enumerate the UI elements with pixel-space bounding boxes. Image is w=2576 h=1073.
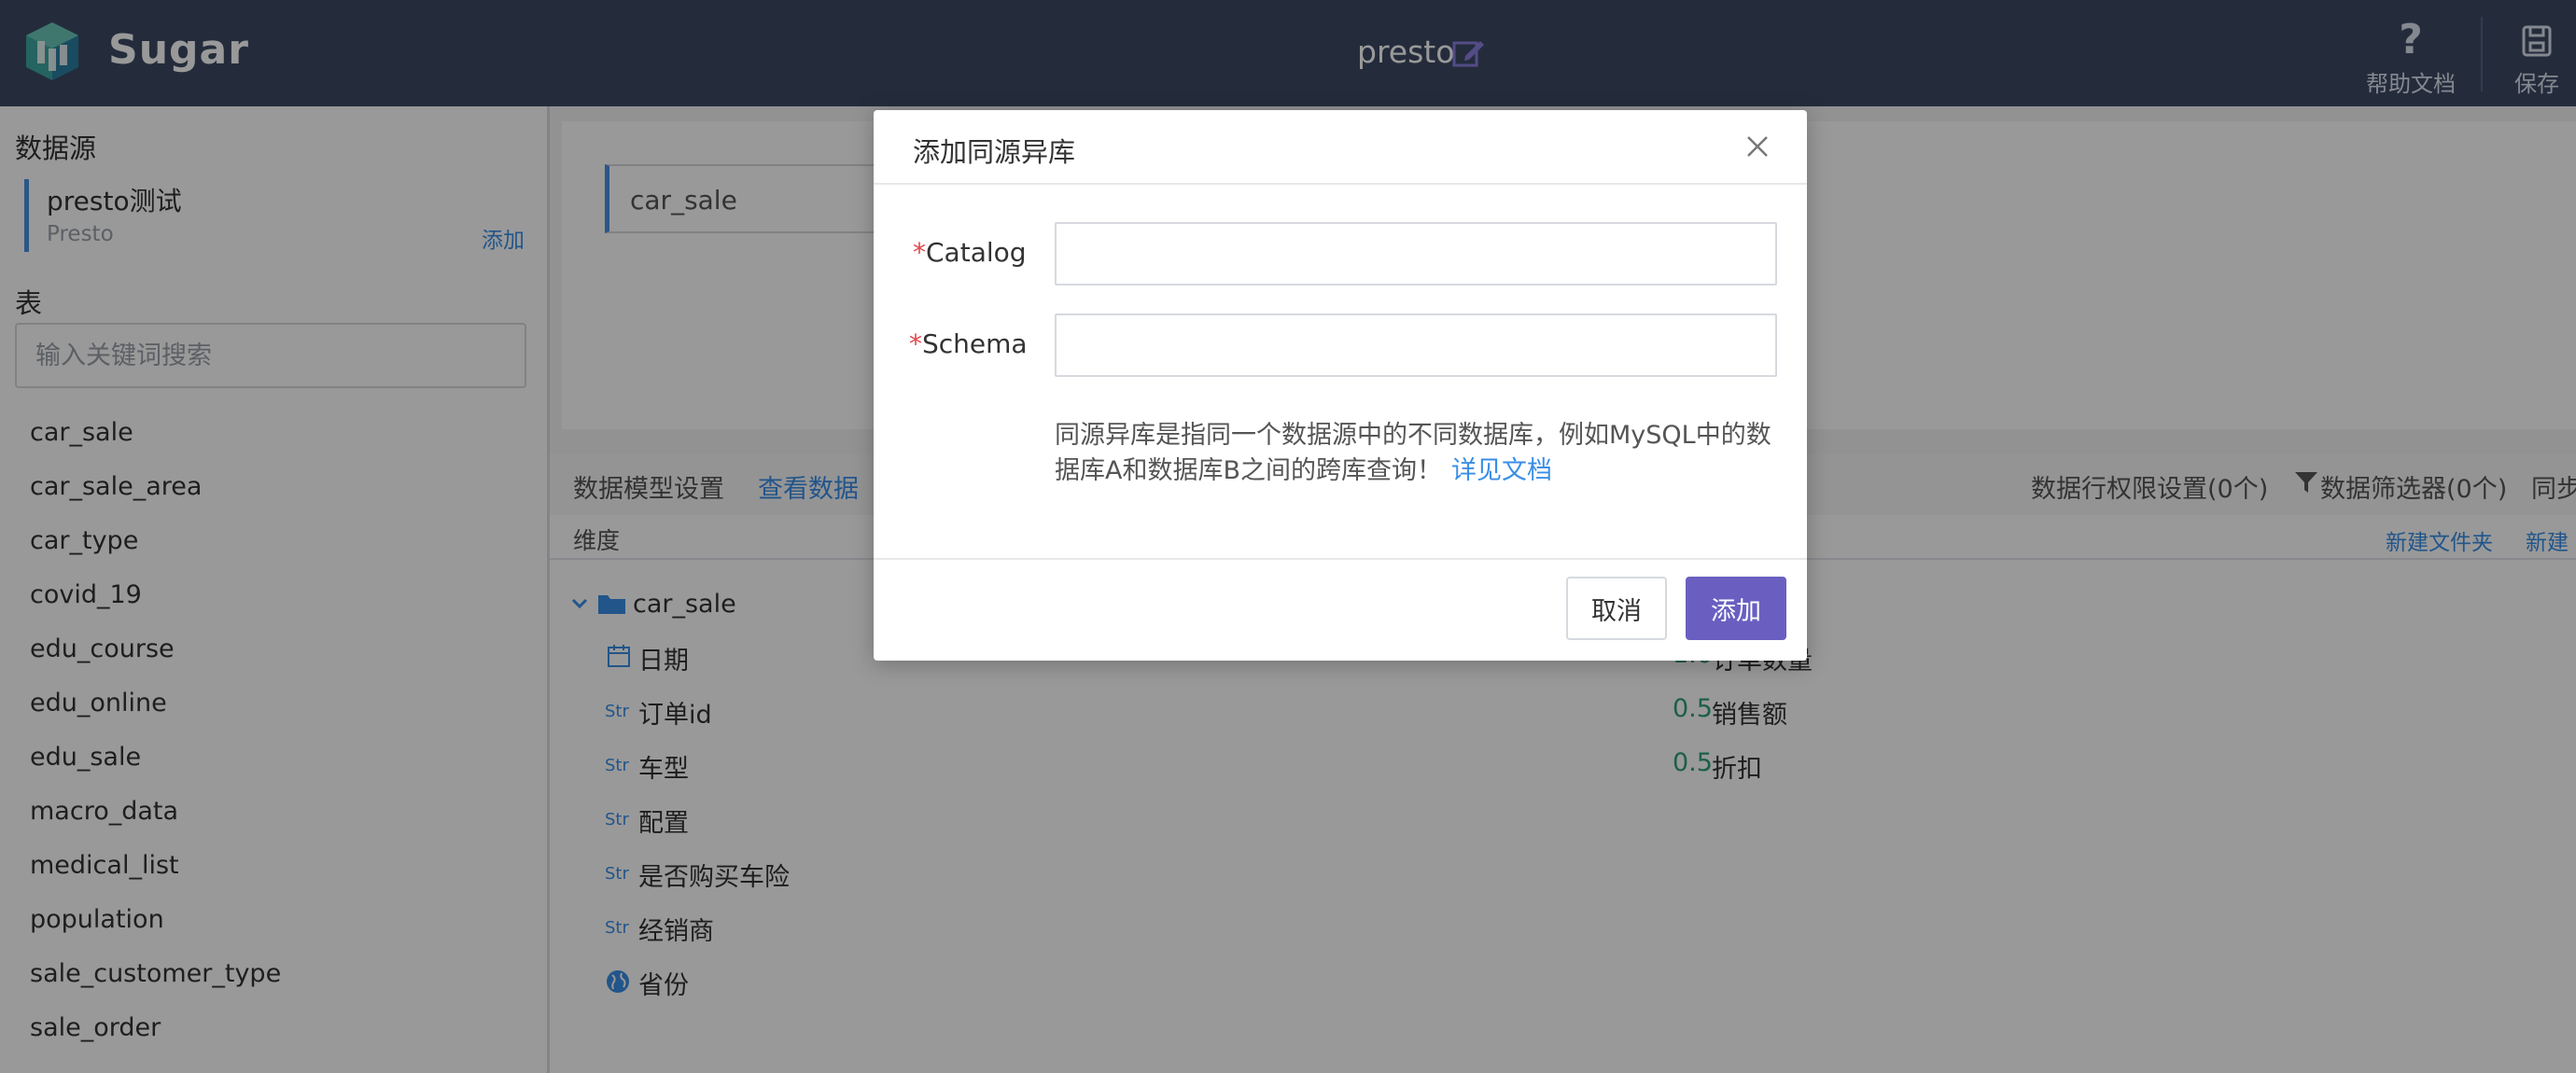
add-button[interactable]: 添加: [1686, 577, 1786, 640]
add-same-source-db-dialog: 添加同源异库 *Catalog *Schema 同源异库是指同一个数据源中的不同…: [874, 110, 1807, 661]
see-docs-link[interactable]: 详见文档: [1451, 456, 1552, 485]
cancel-button[interactable]: 取消: [1566, 577, 1667, 640]
schema-input[interactable]: [1055, 314, 1777, 377]
close-icon[interactable]: [1743, 132, 1771, 160]
catalog-input[interactable]: [1055, 222, 1777, 286]
required-mark: *: [909, 328, 922, 359]
required-mark: *: [913, 237, 926, 268]
dialog-title: 添加同源异库: [913, 136, 1076, 168]
help-description: 同源异库是指同一个数据源中的不同数据库，例如MySQL中的数据库A和数据库B之间…: [1055, 421, 1771, 485]
dialog-help-text: 同源异库是指同一个数据源中的不同数据库，例如MySQL中的数据库A和数据库B之间…: [1055, 418, 1783, 489]
dialog-footer: [874, 558, 1807, 662]
schema-label: *Schema: [909, 328, 1028, 359]
catalog-label: *Catalog: [913, 237, 1027, 268]
